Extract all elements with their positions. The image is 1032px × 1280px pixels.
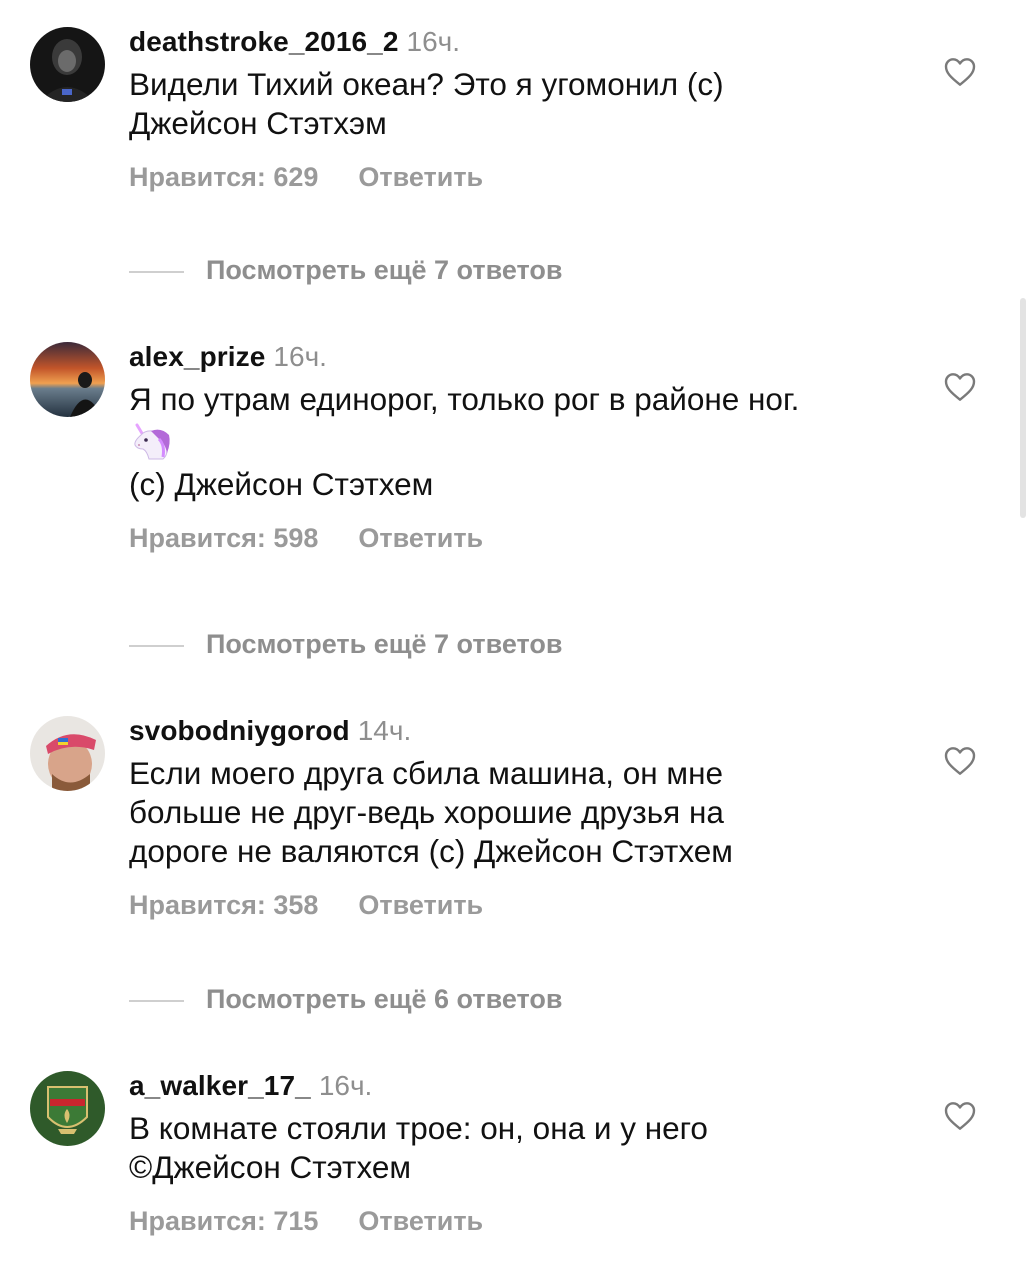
comment-meta: Нравится: 358 Ответить bbox=[129, 889, 929, 921]
reply-button[interactable]: Ответить bbox=[358, 523, 483, 553]
unicorn-emoji bbox=[129, 419, 929, 465]
comment-text: Видели Тихий океан? Это я угомонил (с) Д… bbox=[129, 65, 929, 143]
comment-time: 16ч. bbox=[273, 341, 327, 372]
avatar-image bbox=[30, 27, 105, 102]
heart-icon[interactable] bbox=[944, 372, 976, 402]
reply-button[interactable]: Ответить bbox=[358, 162, 483, 192]
comment-line: Я по утрам единорог, только рог в районе… bbox=[129, 381, 800, 417]
comment-text: В комнате стояли трое: он, она и у него … bbox=[129, 1109, 929, 1187]
comment-line: Джейсон Стэтхэм bbox=[129, 105, 387, 141]
view-more-replies-label: Посмотреть ещё 7 ответов bbox=[206, 629, 563, 659]
view-more-replies-label: Посмотреть ещё 6 ответов bbox=[206, 984, 563, 1014]
avatar-image bbox=[30, 342, 105, 417]
unicorn-icon bbox=[134, 423, 170, 460]
comment-meta: Нравится: 598 Ответить bbox=[129, 522, 929, 554]
comment-line: В комнате стояли трое: он, она и у него bbox=[129, 1110, 708, 1146]
comment-line: Видели Тихий океан? Это я угомонил (с) bbox=[129, 66, 724, 102]
comment-line: ©Джейсон Стэтхем bbox=[129, 1149, 412, 1185]
comment-line: Если моего друга сбила машина, он мне bbox=[129, 755, 723, 791]
avatar[interactable] bbox=[30, 716, 105, 791]
likes-count[interactable]: Нравится: 715 bbox=[129, 1206, 318, 1236]
comment-time: 16ч. bbox=[406, 26, 461, 57]
avatar[interactable] bbox=[30, 1071, 105, 1146]
comment-time: 14ч. bbox=[357, 715, 412, 746]
likes-count[interactable]: Нравится: 358 bbox=[129, 890, 318, 920]
divider-line bbox=[129, 270, 184, 273]
comment-text: Я по утрам единорог, только рог в районе… bbox=[129, 380, 929, 504]
username[interactable]: a_walker_17_ bbox=[129, 1070, 311, 1101]
view-more-replies[interactable]: Посмотреть ещё 6 ответов bbox=[129, 983, 562, 1015]
comment-text: Если моего друга сбила машина, он мне бо… bbox=[129, 754, 929, 871]
comment-line: больше не друг-ведь хорошие друзья на bbox=[129, 794, 724, 830]
view-more-replies[interactable]: Посмотреть ещё 7 ответов bbox=[129, 628, 562, 660]
avatar-image bbox=[30, 716, 105, 791]
avatar[interactable] bbox=[30, 342, 105, 417]
heart-icon[interactable] bbox=[944, 746, 976, 776]
likes-count[interactable]: Нравится: 598 bbox=[129, 523, 318, 553]
view-more-replies-label: Посмотреть ещё 7 ответов bbox=[206, 255, 563, 285]
comment-meta: Нравится: 715 Ответить bbox=[129, 1205, 929, 1237]
divider-line bbox=[129, 644, 184, 647]
username[interactable]: alex_prize bbox=[129, 341, 265, 372]
avatar[interactable] bbox=[30, 27, 105, 102]
avatar-image bbox=[30, 1071, 105, 1146]
heart-icon[interactable] bbox=[944, 57, 976, 87]
username[interactable]: svobodniygorod bbox=[129, 715, 350, 746]
reply-button[interactable]: Ответить bbox=[358, 890, 483, 920]
heart-icon[interactable] bbox=[944, 1101, 976, 1131]
username[interactable]: deathstroke_2016_2 bbox=[129, 26, 399, 57]
divider-line bbox=[129, 999, 184, 1002]
view-more-replies[interactable]: Посмотреть ещё 7 ответов bbox=[129, 254, 562, 286]
comment-line: дороге не валяются (с) Джейсон Стэтхем bbox=[129, 833, 733, 869]
reply-button[interactable]: Ответить bbox=[358, 1206, 483, 1236]
comment-line: (с) Джейсон Стэтхем bbox=[129, 466, 434, 502]
scrollbar[interactable] bbox=[1020, 298, 1026, 518]
likes-count[interactable]: Нравится: 629 bbox=[129, 162, 318, 192]
comment-meta: Нравится: 629 Ответить bbox=[129, 161, 929, 193]
comment-time: 16ч. bbox=[318, 1070, 373, 1101]
